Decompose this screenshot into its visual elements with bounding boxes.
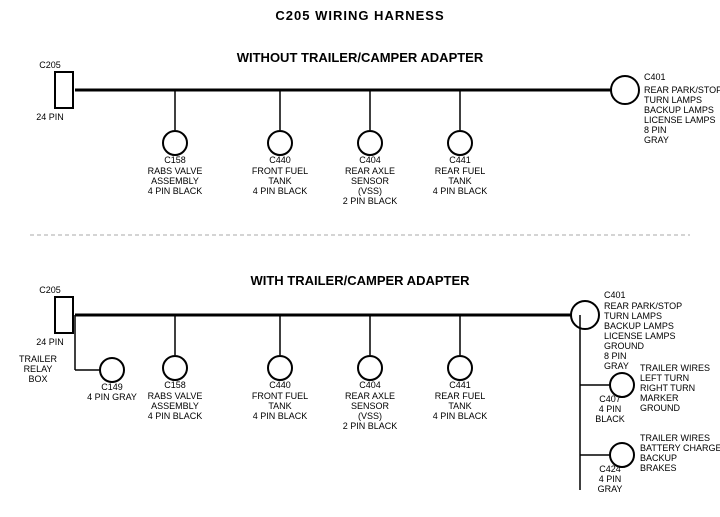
s1-c404-desc2: SENSOR — [351, 176, 390, 186]
s2-c158-circle — [163, 356, 187, 380]
s2-c407-color: BLACK — [595, 414, 625, 424]
s2-c424-desc4: BRAKES — [640, 463, 677, 473]
s1-c404-desc4: 2 PIN BLACK — [343, 196, 398, 206]
s2-c158-desc3: 4 PIN BLACK — [148, 411, 203, 421]
s2-c407-desc2: LEFT TURN — [640, 373, 689, 383]
s1-c441-circle — [448, 131, 472, 155]
s1-c205-pin: 24 PIN — [36, 112, 64, 122]
s1-c401-desc3: BACKUP LAMPS — [644, 105, 714, 115]
s1-c158-id: C158 — [164, 155, 186, 165]
s1-c158-desc1: RABS VALVE — [148, 166, 203, 176]
s1-c205-id: C205 — [39, 60, 61, 70]
s2-c404-desc2: SENSOR — [351, 401, 390, 411]
s2-c407-pin: 4 PIN — [599, 404, 622, 414]
s2-c401-id: C401 — [604, 290, 626, 300]
s1-c440-desc1: FRONT FUEL — [252, 166, 308, 176]
s2-c158-desc1: RABS VALVE — [148, 391, 203, 401]
s2-c404-desc3: (VSS) — [358, 411, 382, 421]
s1-c404-id: C404 — [359, 155, 381, 165]
s2-c401-desc3: BACKUP LAMPS — [604, 321, 674, 331]
s2-c401-pin: 8 PIN — [604, 351, 627, 361]
s1-c401-color: GRAY — [644, 135, 669, 145]
s2-c441-circle — [448, 356, 472, 380]
s2-c424-desc1: TRAILER WIRES — [640, 433, 710, 443]
s2-c407-desc4: MARKER — [640, 393, 679, 403]
s1-c440-circle — [268, 131, 292, 155]
s2-c149-pin: 4 PIN GRAY — [87, 392, 137, 402]
s1-c441-id: C441 — [449, 155, 471, 165]
s2-c401-circle — [571, 301, 599, 329]
wiring-diagram-svg: WITHOUT TRAILER/CAMPER ADAPTER C205 24 P… — [0, 0, 720, 517]
s2-c441-desc3: 4 PIN BLACK — [433, 411, 488, 421]
s1-c441-desc1: REAR FUEL — [435, 166, 486, 176]
s2-c407-desc5: GROUND — [640, 403, 680, 413]
s2-c404-circle — [358, 356, 382, 380]
s1-c401-pin: 8 PIN — [644, 125, 667, 135]
s2-c158-desc2: ASSEMBLY — [151, 401, 199, 411]
diagram-container: C205 WIRING HARNESS WITHOUT TRAILER/CAMP… — [0, 0, 720, 517]
s2-c441-desc2: TANK — [448, 401, 471, 411]
s2-c407-desc1: TRAILER WIRES — [640, 363, 710, 373]
s2-c404-id: C404 — [359, 380, 381, 390]
s1-c401-desc2: TURN LAMPS — [644, 95, 702, 105]
s1-c404-desc3: (VSS) — [358, 186, 382, 196]
s2-c149-id: C149 — [101, 382, 123, 392]
s1-c441-desc3: 4 PIN BLACK — [433, 186, 488, 196]
section2-label: WITH TRAILER/CAMPER ADAPTER — [250, 273, 470, 288]
s1-c440-desc3: 4 PIN BLACK — [253, 186, 308, 196]
s2-c440-id: C440 — [269, 380, 291, 390]
s2-c401-color: GRAY — [604, 361, 629, 371]
s1-c401-desc4: LICENSE LAMPS — [644, 115, 716, 125]
s1-c158-desc2: ASSEMBLY — [151, 176, 199, 186]
s1-c440-desc2: TANK — [268, 176, 291, 186]
s1-c158-circle — [163, 131, 187, 155]
s2-c401-desc1: REAR PARK/STOP — [604, 301, 682, 311]
s2-c424-desc2: BATTERY CHARGE — [640, 443, 720, 453]
s2-c205-id: C205 — [39, 285, 61, 295]
s1-c401-circle — [611, 76, 639, 104]
s2-c424-color: GRAY — [598, 484, 623, 494]
s2-c158-id: C158 — [164, 380, 186, 390]
s2-c407-desc3: RIGHT TURN — [640, 383, 695, 393]
s2-relay-label3: BOX — [28, 374, 47, 384]
s2-c440-circle — [268, 356, 292, 380]
s2-c404-desc4: 2 PIN BLACK — [343, 421, 398, 431]
s1-c401-desc1: REAR PARK/STOP — [644, 85, 720, 95]
s2-c424-id: C424 — [599, 464, 621, 474]
s1-c440-id: C440 — [269, 155, 291, 165]
s2-c401-desc4: LICENSE LAMPS — [604, 331, 676, 341]
s2-c205-rect — [55, 297, 73, 333]
s2-relay-label2: RELAY — [24, 364, 53, 374]
s2-c401-desc2: TURN LAMPS — [604, 311, 662, 321]
s2-c440-desc1: FRONT FUEL — [252, 391, 308, 401]
s2-c441-desc1: REAR FUEL — [435, 391, 486, 401]
s2-c401-desc5: GROUND — [604, 341, 644, 351]
s1-c205-rect — [55, 72, 73, 108]
s2-relay-label1: TRAILER — [19, 354, 58, 364]
s2-c404-desc1: REAR AXLE — [345, 391, 395, 401]
s2-c424-desc3: BACKUP — [640, 453, 677, 463]
s2-c424-pin: 4 PIN — [599, 474, 622, 484]
s2-c407-id: C407 — [599, 394, 621, 404]
s2-c205-pin: 24 PIN — [36, 337, 64, 347]
s1-c158-desc3: 4 PIN BLACK — [148, 186, 203, 196]
s2-c149-circle — [100, 358, 124, 382]
s1-c404-circle — [358, 131, 382, 155]
s1-c401-id: C401 — [644, 72, 666, 82]
s2-c440-desc2: TANK — [268, 401, 291, 411]
section1-label: WITHOUT TRAILER/CAMPER ADAPTER — [237, 50, 484, 65]
s2-c440-desc3: 4 PIN BLACK — [253, 411, 308, 421]
s2-c441-id: C441 — [449, 380, 471, 390]
s1-c404-desc1: REAR AXLE — [345, 166, 395, 176]
s1-c441-desc2: TANK — [448, 176, 471, 186]
